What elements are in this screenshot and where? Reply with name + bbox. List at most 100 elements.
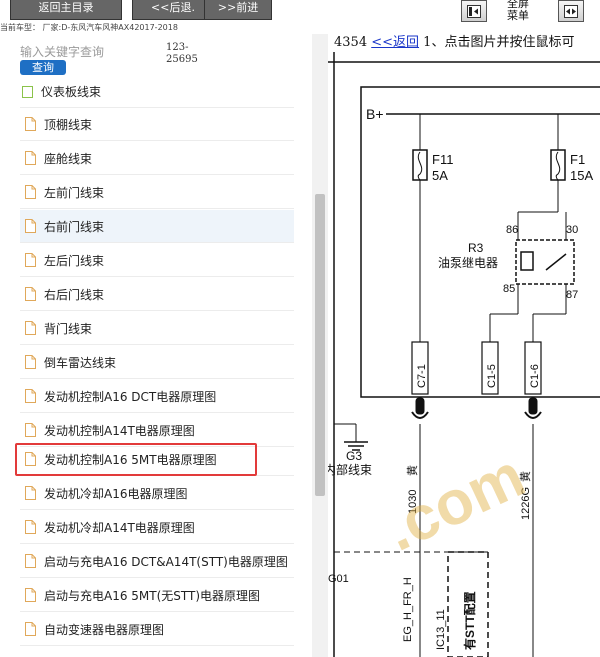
tree-item-label: 座舱线束 xyxy=(44,151,93,166)
relay-coil xyxy=(520,251,534,271)
tree-item[interactable]: 仪表板线束 xyxy=(20,80,294,108)
tree-item-label: 背门线束 xyxy=(44,321,93,336)
document-icon xyxy=(25,219,36,233)
document-icon xyxy=(25,389,36,403)
fuse-f1 xyxy=(550,149,566,181)
document-icon xyxy=(25,520,36,534)
tree-item[interactable]: 发动机冷却A14T电器原理图 xyxy=(20,511,294,544)
tree-item[interactable]: 发动机冷却A16电器原理图 xyxy=(20,477,294,510)
connector-c7-label: C7-1 xyxy=(416,364,428,388)
ground-name: G3 xyxy=(346,449,362,463)
tree-item-label: 右前门线束 xyxy=(44,219,105,234)
fuse1-name: F11 xyxy=(432,152,453,167)
search-area: 查询 123-25695 xyxy=(0,34,310,80)
menu-toggle-button[interactable] xyxy=(558,0,584,22)
document-icon xyxy=(25,622,36,636)
instruction-text: 1、点击图片并按住鼠标可 xyxy=(423,35,575,50)
home-button[interactable]: 返回主目录 xyxy=(10,0,122,20)
folder-open-icon xyxy=(22,86,33,98)
tree-item[interactable]: 顶棚线束 xyxy=(20,108,294,141)
collapse-left-icon xyxy=(467,5,481,18)
scrollbar-thumb[interactable] xyxy=(315,194,325,496)
selection-highlight xyxy=(15,443,257,476)
tree-item-label: 发动机冷却A16电器原理图 xyxy=(44,486,188,501)
fullscreen-menu-label[interactable]: 全屏 菜单 xyxy=(492,0,544,22)
search-button[interactable]: 查询 xyxy=(20,60,66,75)
tree-item[interactable]: 右前门线束 xyxy=(20,210,294,243)
document-icon xyxy=(25,554,36,568)
fuse-f11 xyxy=(412,149,428,181)
tree-item[interactable]: 左后门线束 xyxy=(20,244,294,277)
document-icon xyxy=(25,486,36,500)
relay-pin-85: 85 xyxy=(503,283,515,295)
fuse2-rating: 15A xyxy=(570,168,593,183)
page-number: 4354 xyxy=(334,35,368,50)
wire-1030-color: 黄 xyxy=(405,465,419,476)
tree-item-label: 启动与充电A16 5MT(无STT)电器原理图 xyxy=(44,588,261,603)
tree-item[interactable]: 背门线束 xyxy=(20,312,294,345)
stt-label: 有STT配置 xyxy=(462,591,477,650)
ic-label: IC13_11 xyxy=(435,609,447,650)
document-icon xyxy=(25,185,36,199)
document-icon xyxy=(25,151,36,165)
tree-item-label: 发动机冷却A14T电器原理图 xyxy=(44,520,195,535)
document-icon xyxy=(25,423,36,437)
relay-desc: 油泵继电器 xyxy=(438,256,498,270)
document-icon xyxy=(25,253,36,267)
connector-c1b-label: C1-6 xyxy=(529,364,541,388)
document-viewer: 4354 <<返回 1、点击图片并按住鼠标可 B+ F11 5A F1 15A … xyxy=(328,34,600,657)
tree-item-label: 倒车雷达线束 xyxy=(44,355,117,370)
document-icon xyxy=(25,287,36,301)
left-panel: 查询 123-25695 仪表板线束 顶棚线束 座舱线束 左前门线束 右前门线束… xyxy=(0,34,328,657)
supply-label: B+ xyxy=(366,106,384,122)
watermark-text: .com xyxy=(375,441,535,565)
document-icon xyxy=(25,355,36,369)
tree-item-label: 启动与充电A16 DCT&A14T(STT)电器原理图 xyxy=(44,554,288,569)
result-count: 123-25695 xyxy=(166,42,198,65)
tree-item-label: 左前门线束 xyxy=(44,185,105,200)
tree-item-label: 仪表板线束 xyxy=(41,84,102,99)
top-toolbar: 返回主目录 <<后退. >>前进 全屏 菜单 xyxy=(0,0,600,22)
tree-item-label: 自动变速器电器原理图 xyxy=(44,622,165,637)
vehicle-info: 当前车型： 厂家:D-东风汽车风神AX42017-2018 xyxy=(0,23,178,32)
tree-item-label: 发动机控制A16 DCT电器原理图 xyxy=(44,389,217,404)
tree-item-label: 顶棚线束 xyxy=(44,117,93,132)
eg-label: EG_H_FR_H xyxy=(402,577,414,642)
fullscreen-button[interactable] xyxy=(461,0,487,22)
ground-desc: 内部线束 xyxy=(328,462,372,477)
relay-pin-30: 30 xyxy=(566,224,578,236)
left-scrollbar[interactable] xyxy=(312,34,328,657)
tree-item[interactable]: 启动与充电A16 5MT(无STT)电器原理图 xyxy=(20,579,294,612)
document-header: 4354 <<返回 1、点击图片并按住鼠标可 xyxy=(328,34,600,52)
tree-item[interactable]: 左前门线束 xyxy=(20,176,294,209)
document-icon xyxy=(25,588,36,602)
tree-item[interactable]: 倒车雷达线束 xyxy=(20,346,294,379)
pin-socket xyxy=(528,397,538,415)
fuse-element xyxy=(417,151,423,181)
back-button[interactable]: <<后退. xyxy=(132,0,214,20)
fuse-element xyxy=(555,151,561,181)
tree-item-label: 左后门线束 xyxy=(44,253,105,268)
relay-box xyxy=(515,239,575,285)
relay-switch xyxy=(545,253,567,271)
pin-socket xyxy=(415,397,425,415)
connector-c1a-label: C1-5 xyxy=(486,364,498,388)
tree-item-label: 右后门线束 xyxy=(44,287,105,302)
tree-item[interactable]: 右后门线束 xyxy=(20,278,294,311)
split-panel-icon xyxy=(564,5,578,18)
tree-item[interactable]: 座舱线束 xyxy=(20,142,294,175)
tree-item[interactable]: 自动变速器电器原理图 xyxy=(20,613,294,646)
fuse2-name: F1 xyxy=(570,152,585,167)
g01-label: G01 xyxy=(328,573,349,585)
tree-item[interactable]: 启动与充电A16 DCT&A14T(STT)电器原理图 xyxy=(20,545,294,578)
forward-button[interactable]: >>前进 xyxy=(204,0,272,20)
return-link[interactable]: <<返回 xyxy=(371,35,419,50)
tree-list: 仪表板线束 顶棚线束 座舱线束 左前门线束 右前门线束 左后门线束 右后门线束 xyxy=(0,80,312,657)
relay-name: R3 xyxy=(468,241,484,255)
tree-item[interactable]: 发动机控制A16 DCT电器原理图 xyxy=(20,380,294,413)
tree-item-label: 发动机控制A14T电器原理图 xyxy=(44,423,195,438)
document-icon xyxy=(25,321,36,335)
wiring-diagram[interactable]: B+ F11 5A F1 15A R3 油泵继电器 86 30 85 87 C7… xyxy=(328,52,600,657)
fuse1-rating: 5A xyxy=(432,168,448,183)
search-input[interactable] xyxy=(20,44,160,60)
